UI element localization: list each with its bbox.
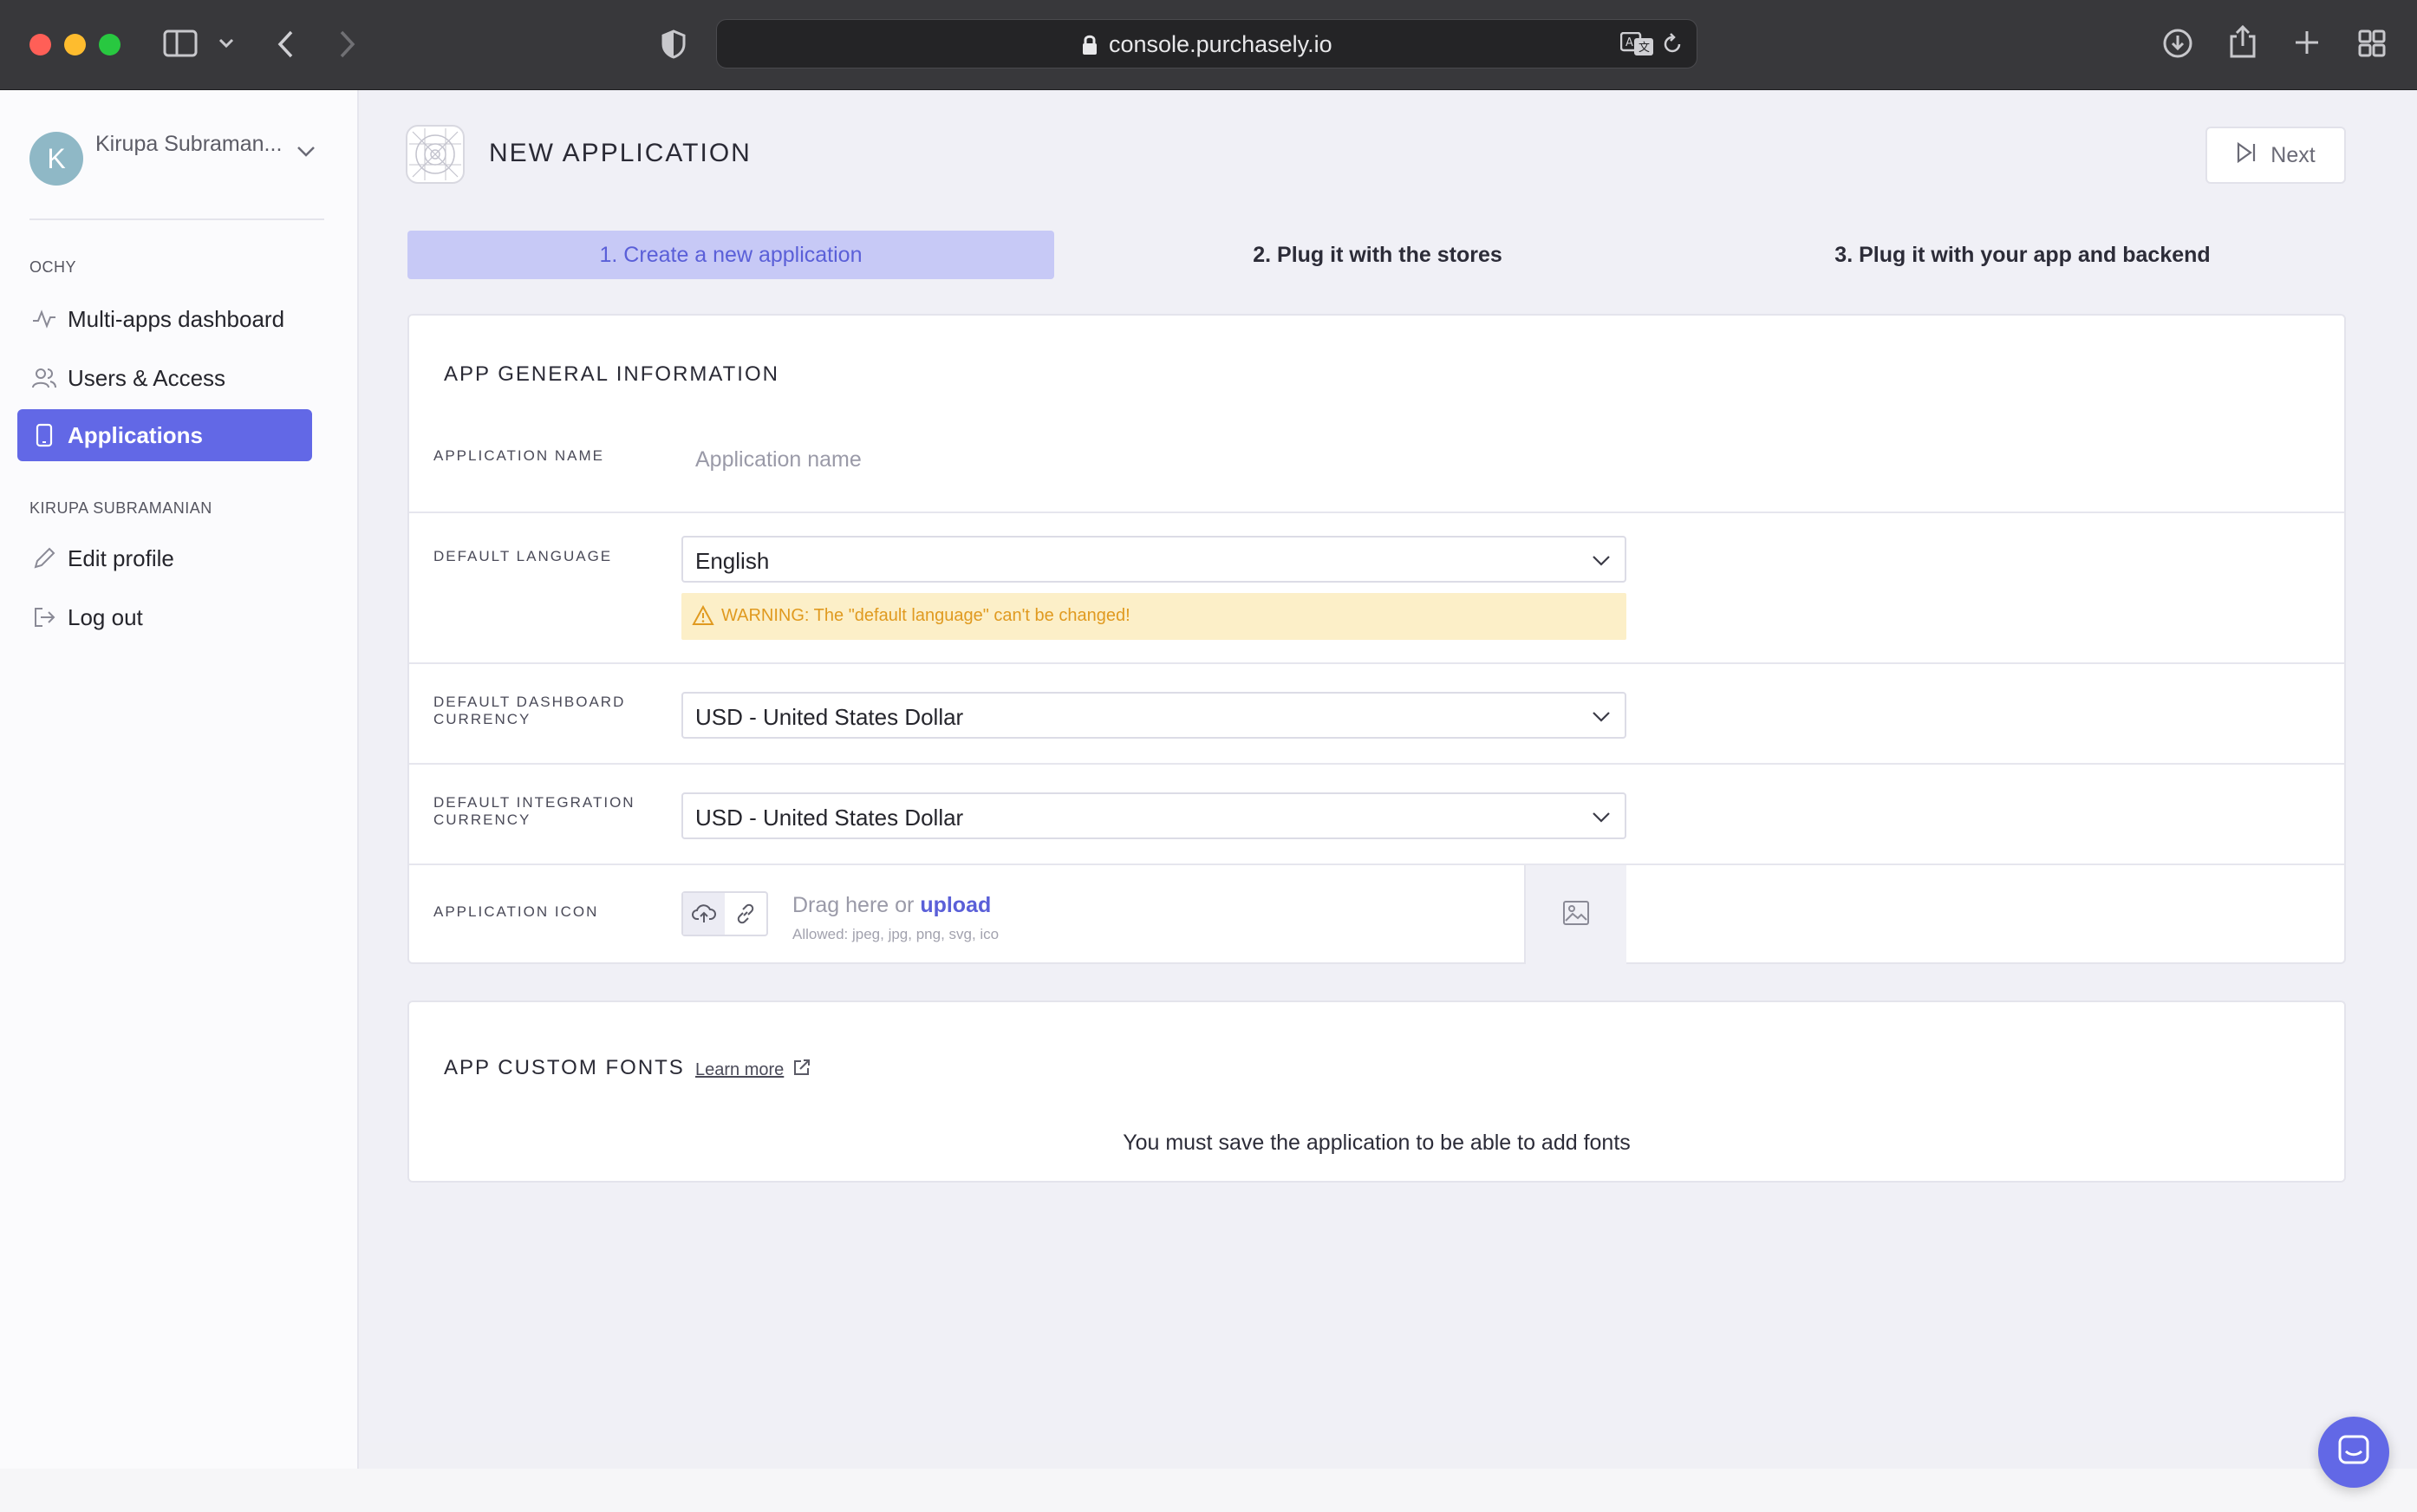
browser-toolbar: console.purchasely.io A文 <box>0 0 2417 90</box>
external-link-icon <box>792 1058 811 1082</box>
fonts-message: You must save the application to be able… <box>1123 1131 1631 1155</box>
dashboard-currency-label: DEFAULT DASHBOARD CURRENCY <box>433 694 626 727</box>
dashboard-currency-select[interactable]: USD - United States Dollar <box>681 692 1626 739</box>
row-divider <box>409 763 2344 765</box>
link-icon[interactable] <box>725 893 766 935</box>
sidebar-item-label: Applications <box>68 421 204 448</box>
reload-icon[interactable] <box>1660 32 1684 61</box>
phone-icon <box>31 422 57 448</box>
default-language-label: DEFAULT LANGUAGE <box>433 548 613 564</box>
avatar: K <box>29 132 83 186</box>
section-title: APP GENERAL INFORMATION <box>444 362 779 386</box>
upload-cloud-icon[interactable] <box>683 893 725 935</box>
chevron-down-icon <box>1592 806 1611 831</box>
share-icon[interactable] <box>2228 24 2257 59</box>
chevron-down-icon <box>1592 550 1611 575</box>
forward-icon[interactable] <box>336 29 357 59</box>
sidebar-item-label: Multi-apps dashboard <box>68 305 285 332</box>
learn-more-label: Learn more <box>695 1059 785 1079</box>
chat-launcher-button[interactable] <box>2318 1417 2389 1488</box>
chevron-down-icon <box>1592 706 1611 731</box>
tab-overview-icon[interactable] <box>2358 29 2386 57</box>
pencil-icon <box>31 545 57 571</box>
sidebar: K Kirupa Subraman... OCHY Multi-apps das… <box>0 90 359 1469</box>
chevron-down-icon[interactable] <box>218 38 234 49</box>
chat-icon <box>2337 1434 2370 1471</box>
sidebar-item-label: Log out <box>68 603 143 630</box>
svg-text:A: A <box>1625 36 1633 49</box>
address-bar[interactable]: console.purchasely.io A文 <box>716 19 1697 68</box>
sidebar-toggle-icon[interactable] <box>163 29 198 57</box>
step-plug-stores[interactable]: 2. Plug it with the stores <box>1054 231 1701 279</box>
row-divider <box>409 512 2344 513</box>
new-tab-icon[interactable] <box>2294 29 2320 55</box>
sidebar-item-users-access[interactable]: Users & Access <box>17 352 312 404</box>
page-title: NEW APPLICATION <box>489 139 752 167</box>
minimize-window-button[interactable] <box>64 34 86 55</box>
chevron-down-icon[interactable] <box>296 146 316 162</box>
row-divider <box>409 662 2344 664</box>
url-text: console.purchasely.io <box>1109 31 1332 57</box>
learn-more-link[interactable]: Learn more <box>695 1058 811 1082</box>
sidebar-section-user: KIRUPA SUBRAMANIAN <box>29 499 212 517</box>
integration-currency-select[interactable]: USD - United States Dollar <box>681 792 1626 839</box>
sidebar-section-org: OCHY <box>29 258 77 276</box>
warning-icon <box>692 604 714 630</box>
app-name-input[interactable]: Application name <box>695 447 862 472</box>
select-value: USD - United States Dollar <box>695 704 964 730</box>
privacy-shield-icon[interactable] <box>661 29 687 59</box>
wizard-steps: 1. Create a new application 2. Plug it w… <box>407 231 2346 279</box>
select-value: USD - United States Dollar <box>695 805 964 831</box>
zoom-window-button[interactable] <box>99 34 121 55</box>
sidebar-item-multi-apps-dashboard[interactable]: Multi-apps dashboard <box>17 293 312 345</box>
integration-currency-label: DEFAULT INTEGRATION CURRENCY <box>433 794 635 828</box>
logout-icon <box>31 604 57 630</box>
upload-link[interactable]: upload <box>920 893 991 917</box>
drag-drop-text: Drag here or upload <box>792 893 991 918</box>
svg-text:文: 文 <box>1638 42 1650 55</box>
drag-text: Drag here or <box>792 893 915 917</box>
app-icon-label: APPLICATION ICON <box>433 903 599 920</box>
sidebar-item-edit-profile[interactable]: Edit profile <box>17 532 312 584</box>
step-plug-app-backend[interactable]: 3. Plug it with your app and backend <box>1699 231 2346 279</box>
custom-fonts-card: APP CUSTOM FONTS Learn more You must sav… <box>407 1000 2346 1183</box>
close-window-button[interactable] <box>29 34 51 55</box>
step-create-application[interactable]: 1. Create a new application <box>407 231 1054 279</box>
allowed-formats: Allowed: jpeg, jpg, png, svg, ico <box>792 926 1000 942</box>
account-switcher[interactable]: K Kirupa Subraman... <box>29 128 324 186</box>
general-info-card: APP GENERAL INFORMATION APPLICATION NAME… <box>407 314 2346 964</box>
sidebar-item-applications[interactable]: Applications <box>17 409 312 461</box>
default-language-select[interactable]: English <box>681 536 1626 583</box>
user-name: Kirupa Subraman... <box>95 132 283 156</box>
select-value: English <box>695 548 770 574</box>
image-icon <box>1562 900 1590 930</box>
activity-icon <box>31 306 57 332</box>
back-icon[interactable] <box>276 29 296 59</box>
sidebar-item-label: Users & Access <box>68 364 226 391</box>
bottom-strip <box>0 1469 2417 1512</box>
lock-icon <box>1081 34 1098 61</box>
app-name-label: APPLICATION NAME <box>433 447 604 464</box>
language-warning: WARNING: The "default language" can't be… <box>681 593 1626 640</box>
sidebar-item-log-out[interactable]: Log out <box>17 591 312 643</box>
main-content: NEW APPLICATION Next 1. Create a new app… <box>361 90 2417 1443</box>
next-button[interactable]: Next <box>2205 127 2346 184</box>
section-title: APP CUSTOM FONTS <box>444 1056 685 1079</box>
upload-mode-toggle <box>681 891 768 936</box>
icon-preview <box>1524 865 1626 964</box>
warning-text: WARNING: The "default language" can't be… <box>721 606 1130 625</box>
users-icon <box>31 365 57 391</box>
next-button-label: Next <box>2270 142 2316 167</box>
translate-icon[interactable]: A文 <box>1619 31 1655 61</box>
app-placeholder-icon <box>406 125 465 184</box>
app-icon-uploader[interactable]: Drag here or upload Allowed: jpeg, jpg, … <box>681 865 1626 964</box>
sidebar-divider <box>29 218 324 220</box>
sidebar-item-label: Edit profile <box>68 544 174 571</box>
skip-next-icon <box>2236 141 2257 170</box>
downloads-icon[interactable] <box>2162 28 2193 59</box>
